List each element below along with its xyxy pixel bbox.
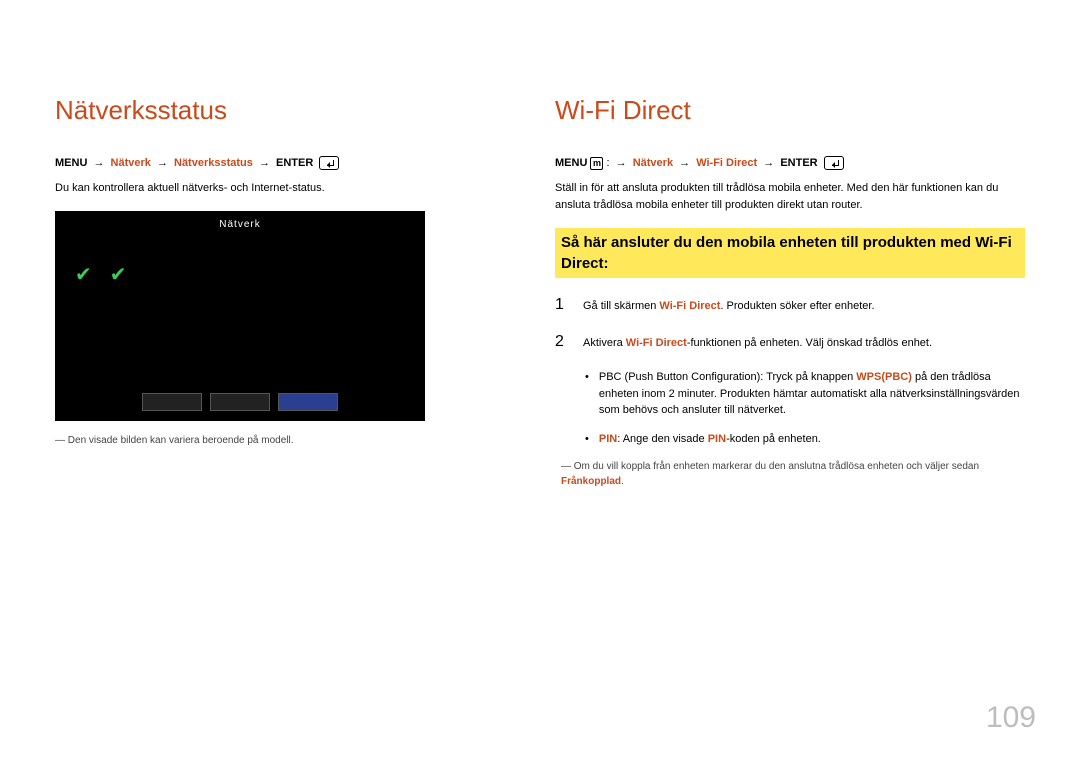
step-number: 2 (555, 333, 569, 352)
bc-seg-natverk: Nätverk (633, 157, 673, 169)
left-desc: Du kan kontrollera aktuell nätverks- och… (55, 180, 495, 197)
enter-icon (319, 156, 339, 170)
arrow-icon: → (679, 157, 690, 169)
subheading-highlight: Så här ansluter du den mobila enheten ti… (555, 228, 1025, 278)
right-desc: Ställ in för att ansluta produkten till … (555, 180, 1025, 214)
step-text: Aktivera Wi-Fi Direct-funktionen på enhe… (583, 333, 932, 352)
menu-label: MENU (55, 157, 87, 169)
shot-lower-text (65, 357, 67, 379)
footnote: Om du vill koppla från enheten markerar … (561, 459, 1025, 489)
step-text: Gå till skärmen Wi-Fi Direct. Produkten … (583, 296, 875, 315)
enter-label: ENTER (276, 157, 313, 169)
menu-m-icon: m (590, 157, 603, 170)
bullet-text: PBC (Push Button Configuration): Tryck p… (599, 369, 1025, 419)
bullet-text: PIN: Ange den visade PIN-koden på enhete… (599, 431, 821, 448)
shot-button (210, 393, 270, 411)
breadcrumb-left: MENU → Nätverk → Nätverksstatus → ENTER (55, 156, 495, 170)
bc-seg-natverksstatus: Nätverksstatus (174, 157, 253, 169)
arrow-icon: → (93, 157, 104, 169)
menu-label: MENU (555, 157, 587, 169)
arrow-icon: → (259, 157, 270, 169)
page-number: 109 (986, 701, 1036, 735)
shot-button-row (55, 393, 425, 411)
arrow-icon: → (763, 157, 774, 169)
bullet-pbc: PBC (Push Button Configuration): Tryck p… (585, 369, 1025, 419)
bullet-pin: PIN: Ange den visade PIN-koden på enhete… (585, 431, 1025, 448)
step-number: 1 (555, 296, 569, 315)
check-icon: ✔ (110, 262, 127, 322)
enter-icon (824, 156, 844, 170)
network-status-screenshot: Nätverk ✔ ✔ (55, 211, 425, 421)
step-1: 1 Gå till skärmen Wi-Fi Direct. Produkte… (555, 296, 1025, 315)
screenshot-caption: Den visade bilden kan variera beroende p… (55, 435, 495, 446)
bc-seg-wifidirect: Wi-Fi Direct (696, 157, 757, 169)
shot-button-active (278, 393, 338, 411)
enter-label: ENTER (780, 157, 817, 169)
shot-right-col (291, 246, 411, 322)
shot-button (142, 393, 202, 411)
section-title-natverksstatus: Nätverksstatus (55, 95, 495, 126)
arrow-icon: → (616, 157, 627, 169)
check-icon: ✔ (75, 262, 92, 322)
section-title-wifidirect: Wi-Fi Direct (555, 95, 1025, 126)
colon: : (607, 157, 610, 169)
arrow-icon: → (157, 157, 168, 169)
breadcrumb-right: MENU m : → Nätverk → Wi-Fi Direct → ENTE… (555, 156, 1025, 170)
bc-seg-natverk: Nätverk (111, 157, 151, 169)
shot-title: Nätverk (63, 219, 417, 230)
step-2: 2 Aktivera Wi-Fi Direct-funktionen på en… (555, 333, 1025, 352)
shot-labels-col (137, 246, 139, 322)
